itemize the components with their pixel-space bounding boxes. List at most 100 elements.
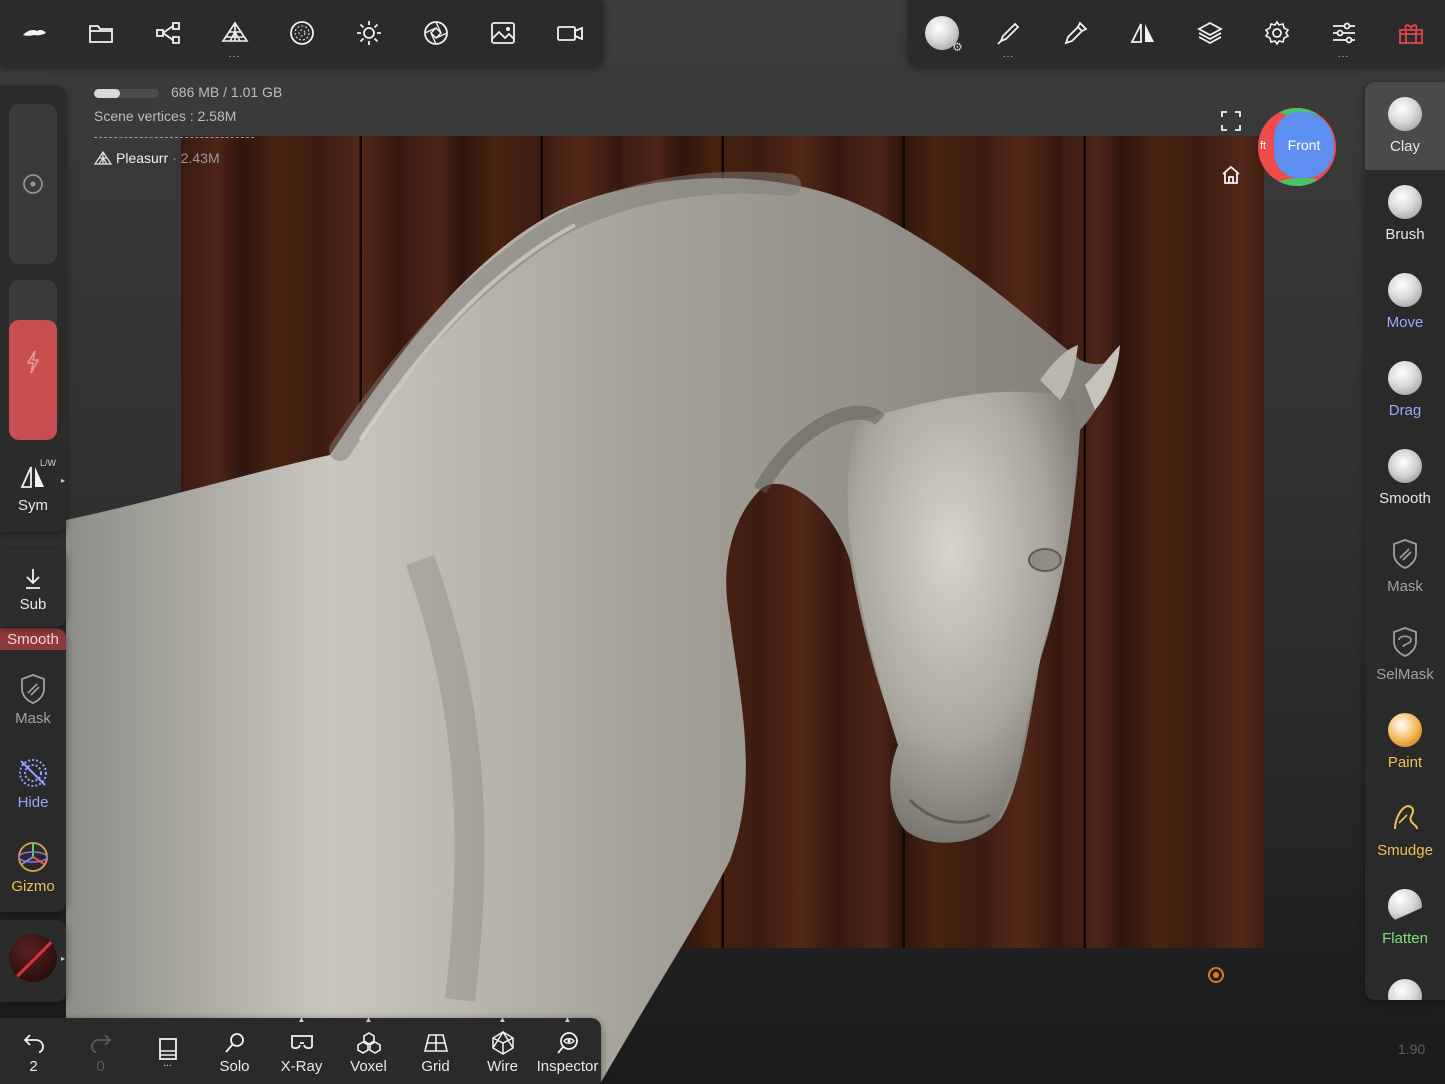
scene-info-overlay: 686 MB / 1.01 GB Scene vertices : 2.58M … [94, 84, 282, 166]
tool-label: Move [1386, 314, 1424, 331]
material-sphere-icon [289, 21, 314, 45]
symmetry-icon [1130, 23, 1154, 43]
grid-button[interactable]: Grid [402, 1018, 469, 1084]
nomad-logo-button[interactable] [0, 0, 67, 66]
history-button[interactable]: ... [134, 1018, 201, 1084]
stroke-more-dots: ... [1002, 49, 1015, 60]
fullscreen-button[interactable] [1219, 109, 1243, 133]
interface-button[interactable]: ... [1310, 0, 1377, 66]
layers-button[interactable] [1176, 0, 1243, 66]
mask-quick-label: Mask [15, 710, 51, 727]
background-image-icon [490, 22, 515, 44]
camera-button[interactable] [536, 0, 603, 66]
lighting-icon [356, 21, 381, 45]
settings-icon [1264, 20, 1289, 46]
tool-label: Smudge [1377, 842, 1433, 859]
nomad-logo-icon [22, 29, 46, 36]
material-preview-button[interactable]: ⚙ [908, 0, 975, 66]
clay-icon [1388, 97, 1422, 131]
tool-drag[interactable]: Drag [1365, 346, 1445, 434]
paint-picker-button[interactable] [1042, 0, 1109, 66]
settings-button[interactable] [1243, 0, 1310, 66]
wireframe-icon [491, 1030, 514, 1055]
redo-icon [90, 1034, 111, 1053]
scene-button[interactable] [134, 0, 201, 66]
tool-paint[interactable]: Paint [1365, 698, 1445, 786]
flatten-icon [1388, 889, 1422, 923]
hide-quick-label: Hide [17, 794, 49, 811]
left-sliders-panel: L/W ▸ Sym [0, 86, 66, 532]
active-mesh-row[interactable]: Pleasurr · 2.43M [94, 150, 282, 166]
wire-label: Wire [487, 1058, 518, 1075]
memory-bar-fill [94, 88, 120, 98]
wire-caret-icon: ▲ [498, 1015, 507, 1024]
tool-brush[interactable]: Brush [1365, 170, 1445, 258]
xray-button[interactable]: ▲ X-Ray [268, 1015, 335, 1084]
xray-caret-icon: ▲ [297, 1015, 306, 1024]
sym-button[interactable]: L/W ▸ Sym [0, 458, 66, 528]
intensity-slider-fill [9, 320, 57, 440]
view-cube[interactable]: ft Front [1258, 108, 1336, 186]
gizmo-quick-tool[interactable]: Gizmo [0, 840, 66, 895]
color-swatch[interactable] [9, 934, 57, 982]
fullscreen-icon [1221, 111, 1241, 131]
background-button[interactable] [469, 0, 536, 66]
smooth-quick-tool[interactable]: Smooth [0, 628, 66, 650]
redo-button[interactable]: 0 [67, 1018, 134, 1084]
view-cube-front-face: Front [1274, 112, 1334, 178]
subdivide-button[interactable]: Sub [0, 549, 66, 627]
lighting-button[interactable] [335, 0, 402, 66]
interface-more-dots: ... [1337, 49, 1350, 60]
tool-smudge[interactable]: Smudge [1365, 786, 1445, 874]
tool-label: Mask [1387, 578, 1423, 595]
view-cube-bottom-face [1276, 178, 1326, 186]
sym-label: Sym [18, 497, 48, 514]
mask-icon [1393, 539, 1417, 569]
home-view-button[interactable] [1219, 163, 1243, 187]
hide-quick-tool[interactable]: Hide [0, 756, 66, 811]
magnifier-icon [224, 1033, 244, 1053]
sym-mode-badge: L/W [40, 458, 57, 468]
stroke-button[interactable]: ... [975, 0, 1042, 66]
tool-label: Paint [1387, 754, 1423, 771]
topology-icon [221, 21, 248, 42]
camera-icon [556, 26, 583, 41]
scene-vertices-row: Scene vertices : 2.58M [94, 108, 282, 124]
voxel-button[interactable]: ▲ Voxel [335, 1015, 402, 1084]
radius-target-icon [23, 174, 43, 194]
solo-button[interactable]: Solo [201, 1018, 268, 1084]
mesh-icon [94, 151, 112, 165]
tool-mask[interactable]: Mask [1365, 522, 1445, 610]
voxel-caret-icon: ▲ [364, 1015, 373, 1024]
mask-quick-tool[interactable]: Mask [0, 672, 66, 727]
inspector-label: Inspector [536, 1058, 599, 1075]
left-quick-tools: Smooth Mask Hide Gizmo [0, 628, 66, 912]
postprocess-button[interactable] [402, 0, 469, 66]
pivot-marker[interactable] [1208, 967, 1224, 983]
wire-button[interactable]: ▲ Wire [469, 1015, 536, 1084]
symmetry-button[interactable] [1109, 0, 1176, 66]
mesh-name: Pleasurr [116, 150, 169, 166]
tool-selmask[interactable]: SelMask [1365, 610, 1445, 698]
undo-button[interactable]: 2 [0, 1018, 67, 1084]
tool-clay[interactable]: Clay [1365, 82, 1445, 170]
tool-smooth[interactable]: Smooth [1365, 434, 1445, 522]
history-more-dots: ... [163, 1058, 172, 1069]
paint-picker-icon [1064, 21, 1088, 45]
scene-vertices-label: Scene vertices : [94, 108, 194, 124]
gift-button[interactable] [1377, 0, 1444, 66]
color-chevron-icon: ▸ [61, 954, 66, 963]
inspector-button[interactable]: ▲ Inspector [534, 1015, 601, 1084]
tool-next-partial[interactable] [1365, 962, 1445, 1000]
view-cube-left-label: ft [1260, 140, 1267, 152]
undo-count: 2 [29, 1058, 38, 1075]
intensity-slider[interactable] [9, 280, 57, 440]
topology-button[interactable]: ... [201, 0, 268, 66]
tool-move[interactable]: Move [1365, 258, 1445, 346]
tool-flatten[interactable]: Flatten [1365, 874, 1445, 962]
radius-slider[interactable] [9, 104, 57, 264]
files-button[interactable] [67, 0, 134, 66]
material-button[interactable] [268, 0, 335, 66]
view-cube-front-label: Front [1287, 137, 1321, 153]
memory-text: 686 MB / 1.01 GB [171, 84, 283, 100]
